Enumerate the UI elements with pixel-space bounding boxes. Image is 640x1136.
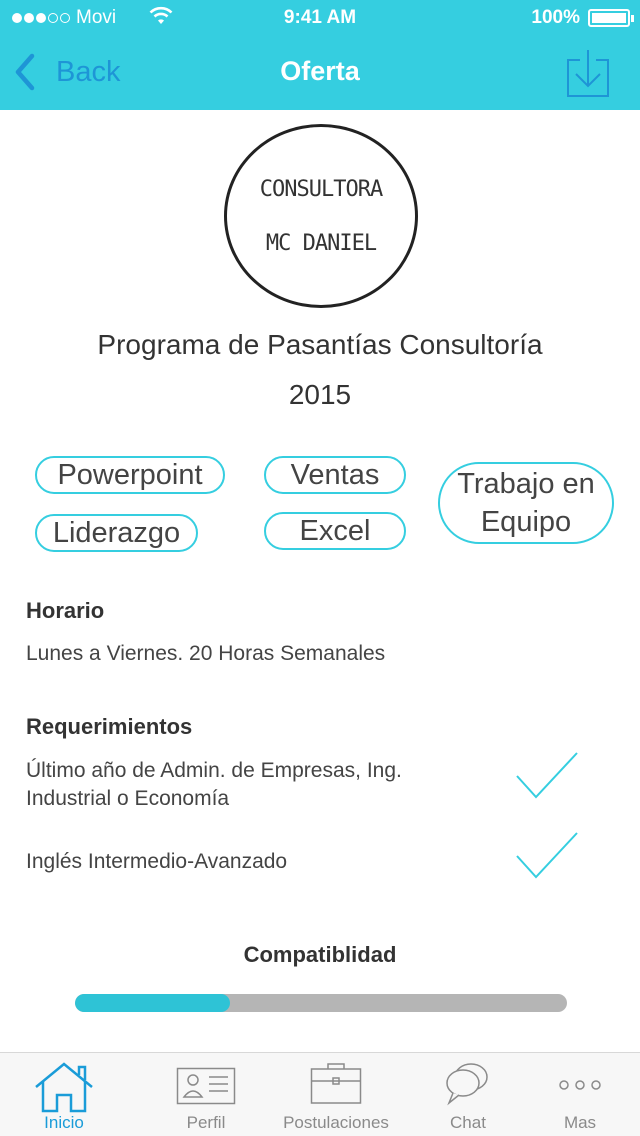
tag-trabajo-line2: Equipo: [480, 506, 572, 538]
tab-label: Chat: [450, 1113, 486, 1132]
tag-ventas[interactable]: Ventas: [264, 456, 406, 494]
home-icon: [35, 1062, 93, 1113]
chat-icon: [446, 1063, 488, 1106]
header: Movi 9:41 AM 100% Back Oferta: [0, 0, 640, 110]
requirement-item: Último año de Admin. de Empresas, Ing. I…: [26, 757, 402, 813]
program-title-line2: 2015: [288, 379, 352, 410]
more-icon: [559, 1080, 601, 1090]
logo-line2: MC DANIEL: [265, 231, 377, 256]
requirement-line: Inglés Intermedio-Avanzado: [26, 850, 288, 873]
tab-postulaciones[interactable]: Postulaciones: [272, 1053, 400, 1136]
compatibility-progress-fill: [75, 994, 230, 1012]
compatibility-title: Compatiblidad: [243, 942, 397, 967]
battery-icon: [588, 9, 634, 27]
requirement-line: Último año de Admin. de Empresas, Ing.: [26, 759, 402, 782]
tag-liderazgo[interactable]: Liderazgo: [35, 514, 198, 552]
check-icon: [516, 832, 578, 879]
tab-label: Mas: [563, 1113, 597, 1132]
page-title: Oferta: [280, 56, 360, 86]
tab-chat[interactable]: Chat: [404, 1053, 532, 1136]
tab-bar: Inicio Perfil Postulaciones Chat Mas: [0, 1052, 640, 1136]
requirement-item: Inglés Intermedio-Avanzado: [26, 848, 287, 876]
tab-label: Perfil: [186, 1113, 226, 1132]
tab-label: Postulaciones: [283, 1113, 389, 1132]
profile-card-icon: [176, 1067, 236, 1105]
briefcase-icon: [310, 1063, 362, 1104]
tab-perfil[interactable]: Perfil: [142, 1053, 270, 1136]
tag-trabajo-en-equipo[interactable]: Trabajo en Equipo: [438, 462, 614, 544]
tab-inicio[interactable]: Inicio: [0, 1053, 128, 1136]
download-icon[interactable]: [566, 48, 610, 98]
requirement-line: Industrial o Economía: [26, 787, 230, 810]
requerimientos-title: Requerimientos: [26, 714, 193, 739]
tab-mas[interactable]: Mas: [516, 1053, 640, 1136]
tab-label: Inicio: [44, 1113, 84, 1132]
horario-text: Lunes a Viernes. 20 Horas Semanales: [26, 642, 386, 665]
tag-powerpoint[interactable]: Powerpoint: [35, 456, 225, 494]
tag-trabajo-line1: Trabajo en: [457, 468, 595, 500]
compatibility-progress: [75, 994, 567, 1012]
logo-line1: CONSULTORA: [259, 177, 383, 202]
company-logo: CONSULTORA MC DANIEL: [224, 124, 418, 308]
tag-excel[interactable]: Excel: [264, 512, 406, 550]
program-title: Programa de Pasantías Consultoría 2015: [20, 320, 620, 420]
battery-percent: 100%: [531, 7, 580, 28]
status-bar: Movi 9:41 AM 100%: [0, 0, 640, 36]
check-icon: [516, 752, 578, 799]
horario-title: Horario: [26, 598, 105, 623]
program-title-line1: Programa de Pasantías Consultoría: [97, 329, 543, 360]
navigation-bar: Back Oferta: [0, 36, 640, 110]
